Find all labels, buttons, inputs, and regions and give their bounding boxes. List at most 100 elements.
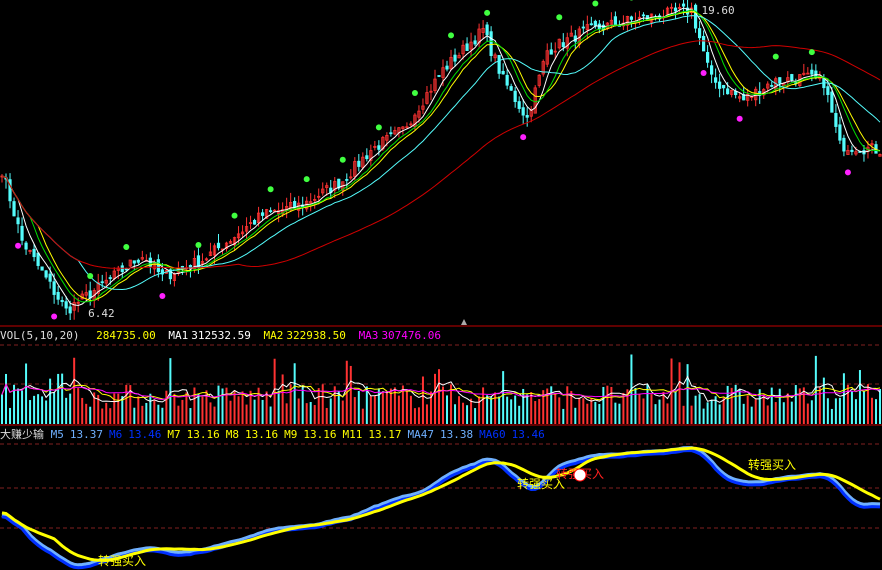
candle-body (473, 40, 477, 45)
candle-body (826, 86, 830, 95)
buy-marker (844, 169, 851, 176)
candle-body (549, 49, 553, 55)
sell-marker (339, 156, 346, 163)
sell-marker (592, 0, 599, 7)
candle-body (12, 201, 16, 217)
candle-body (357, 160, 361, 167)
indicator-value-m7: 13.16 (186, 428, 220, 441)
candle-body (485, 24, 489, 36)
signal-label: 转强买入 (748, 457, 796, 472)
sell-marker (411, 90, 418, 97)
sell-marker (556, 14, 563, 21)
candle-body (16, 217, 20, 225)
candle-body (64, 301, 68, 309)
candle-body (60, 299, 64, 303)
candle-body (20, 225, 24, 241)
sell-marker (87, 272, 94, 279)
volume-header: VOL(5,10,20) 284735.00 MA1 312532.59 MA2 3… (0, 329, 447, 343)
sell-marker (772, 53, 779, 60)
candle-body (437, 75, 441, 77)
candle-body (525, 115, 529, 118)
indicator-value-ma47: 13.38 (440, 428, 474, 441)
candle-body (252, 220, 257, 225)
volume-value: 284735.00 (96, 329, 156, 342)
candle-body (561, 42, 565, 47)
candle-body (641, 14, 646, 17)
ma1-label: MA1 (168, 329, 189, 342)
candle-body (108, 277, 112, 279)
candle-body (465, 43, 469, 51)
indicator-label-m9: M9 (284, 428, 298, 441)
buy-marker (159, 293, 166, 300)
candle-body (726, 88, 730, 95)
candle-body (589, 23, 593, 26)
sell-marker (375, 124, 382, 131)
smiley-icon (573, 468, 587, 482)
candle-body (517, 101, 521, 109)
candle-body (701, 35, 706, 52)
candle-body (365, 155, 369, 160)
indicator-value-m8: 13.16 (245, 428, 279, 441)
candle-body (260, 212, 265, 216)
candle-body (453, 54, 457, 62)
sell-marker (303, 176, 310, 183)
candle-body (810, 69, 814, 75)
candle-body (722, 85, 726, 89)
candle-body (505, 74, 509, 86)
high-price-label: 19.60 (702, 4, 735, 17)
candle-body (842, 137, 846, 152)
candle-body (693, 4, 698, 29)
indicator-value-m11: 13.17 (368, 428, 402, 441)
stock-chart: 19.606.42转强买入转强买入转强买入转强买入 (0, 0, 882, 570)
candle-body (501, 70, 505, 75)
candle-body (613, 16, 617, 26)
indicator-label-m8: M8 (225, 428, 239, 441)
indicator-header: 大赚少输 M5 13.37 M6 13.46 M7 13.16 M8 13.16 M9 13.16… (0, 428, 551, 442)
candle-body (673, 7, 678, 12)
candle-body (216, 242, 221, 249)
candle-body (838, 124, 842, 141)
buy-marker (736, 115, 743, 122)
sell-marker (195, 241, 202, 248)
ma60-line (1, 40, 881, 269)
candle-body (36, 252, 40, 266)
ma10-line (1, 10, 881, 302)
indicator-label-ma60: MA60 (479, 428, 506, 441)
ma8-line (1, 9, 881, 303)
candle-body (32, 248, 36, 258)
candle-body (850, 149, 854, 152)
ma20-line (1, 15, 881, 291)
indicator-value-m5: 13.37 (69, 428, 103, 441)
candle-body (68, 306, 72, 314)
buy-marker (700, 69, 707, 76)
candle-body (100, 281, 104, 284)
candle-body (593, 20, 597, 26)
ma2-value: 322938.50 (286, 329, 346, 342)
sell-marker (808, 49, 815, 56)
sell-marker (267, 186, 274, 193)
ma2-label: MA2 (263, 329, 284, 342)
candle-body (521, 107, 525, 116)
sell-marker (484, 9, 491, 16)
candle-body (269, 210, 273, 213)
candle-body (132, 260, 136, 264)
indicator-title: 大赚少输 (0, 428, 44, 441)
indicator-label-m5: M5 (50, 428, 64, 441)
candle-body (24, 242, 28, 250)
candle-body (345, 179, 349, 181)
candle-body (834, 112, 838, 127)
candle-body (830, 91, 834, 113)
candle-body (778, 77, 782, 84)
indicator-label-m6: M6 (109, 428, 123, 441)
volume-title: VOL(5,10,20) (0, 329, 80, 342)
candle-body (790, 74, 794, 81)
candle-body (44, 270, 48, 278)
buy-marker (51, 313, 58, 320)
indicator-label-m7: M7 (167, 428, 181, 441)
signal-label: 转强买入 (98, 553, 146, 568)
candle-body (714, 77, 718, 83)
ma3-label: MA3 (358, 329, 379, 342)
candle-body (710, 65, 714, 75)
indicator-label-ma47: MA47 (407, 428, 435, 441)
indicator-value-m6: 13.46 (128, 428, 162, 441)
